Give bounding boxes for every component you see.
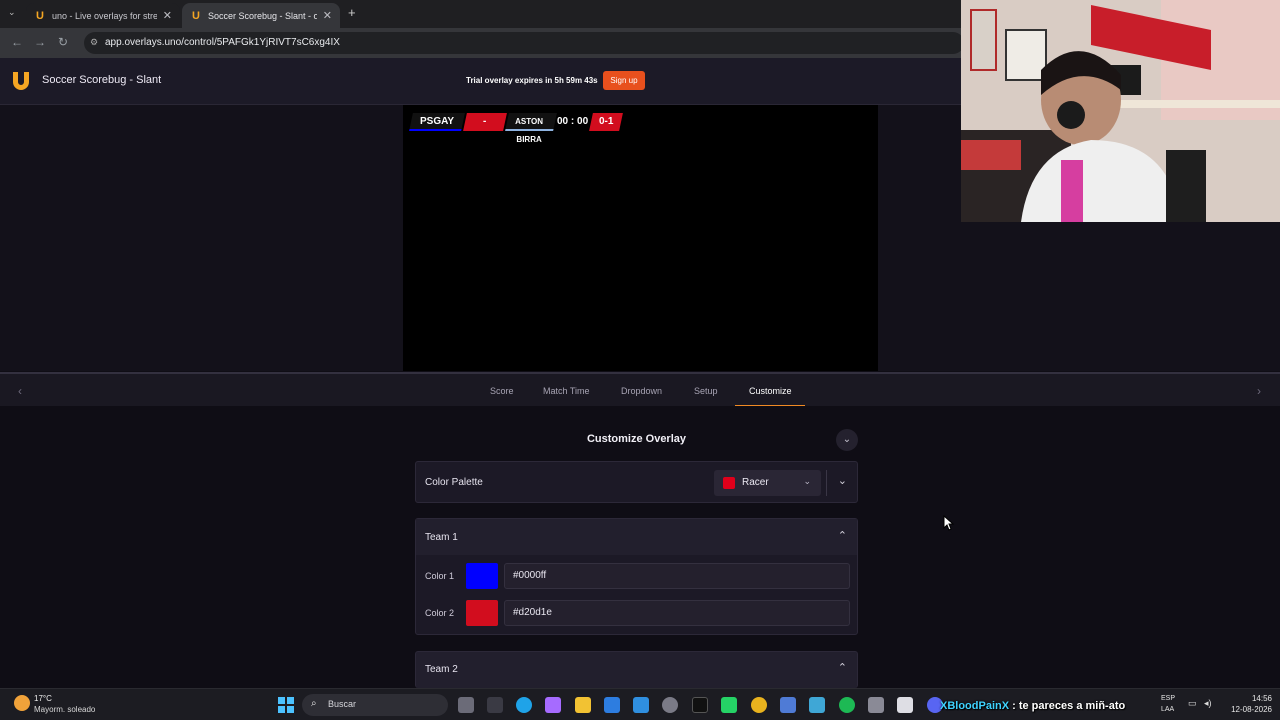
windows-taskbar: 17°C Mayorm. soleado ⌕ Buscar XBloodPain… (0, 688, 1280, 720)
document-icon[interactable] (897, 697, 913, 713)
close-tab-icon[interactable]: ✕ (163, 9, 172, 22)
collapse-chevron-up-icon[interactable]: ⌃ (838, 661, 847, 674)
outlook-icon[interactable] (633, 697, 649, 713)
spotify-icon[interactable] (839, 697, 855, 713)
match-score: 0-1 (589, 113, 623, 131)
control-tabs: ‹ Score Match Time Dropdown Setup Custom… (0, 372, 1280, 407)
network-icon[interactable]: ▭ (1188, 698, 1197, 709)
team1-label: Team 1 (425, 532, 458, 543)
score-separator: - (463, 113, 507, 131)
mouse-cursor-icon (943, 515, 955, 531)
back-arrow-icon[interactable]: ← (11, 35, 23, 49)
taskbar-search[interactable]: ⌕ Buscar (302, 694, 448, 716)
reload-icon[interactable]: ↻ (58, 35, 68, 49)
site-info-icon[interactable]: ⚙ (90, 37, 98, 48)
file-explorer-icon[interactable] (575, 697, 591, 713)
team2-section[interactable]: Team 2 ⌃ (415, 651, 858, 688)
customize-overlay-title: Customize Overlay (586, 433, 687, 445)
match-time: 00 : 00 (555, 113, 591, 131)
color-palette-select[interactable]: Racer ⌄ (714, 470, 821, 496)
sign-up-button[interactable]: Sign up (603, 71, 645, 90)
browser-tab-scorebug[interactable]: U Soccer Scorebug - Slant - overl ✕ (182, 3, 340, 28)
new-tab-button[interactable]: + (348, 5, 356, 20)
close-tab-icon[interactable]: ✕ (323, 9, 332, 22)
overlay-preview (403, 105, 878, 371)
tab-setup[interactable]: Setup (694, 386, 718, 396)
store-icon[interactable] (604, 697, 620, 713)
app-icon[interactable] (809, 697, 825, 713)
search-placeholder: Buscar (328, 699, 357, 709)
color2-label: Color 2 (425, 608, 455, 618)
url-field[interactable]: ⚙ app.overlays.uno/control/5PAFGk1YjRIVT… (84, 32, 964, 54)
chat-username: XBloodPainX (940, 700, 1010, 712)
team1-header[interactable]: Team 1 ⌃ (416, 519, 857, 555)
app-icon[interactable] (868, 697, 884, 713)
stream-chat-message: XBloodPainX : te pareces a miñ-ato (940, 700, 1125, 712)
search-icon: ⌕ (311, 698, 317, 709)
clock-time[interactable]: 14:56 (1232, 694, 1272, 703)
clock-date[interactable]: 12-08-2026 (1220, 705, 1272, 714)
color1-label: Color 1 (425, 571, 455, 581)
tab-match-time[interactable]: Match Time (543, 386, 590, 396)
keyboard-layout-indicator[interactable]: LAA (1161, 706, 1174, 713)
color2-hex-input[interactable]: #d20d1e (504, 600, 850, 626)
edge-icon[interactable] (516, 697, 532, 713)
forward-arrow-icon[interactable]: → (34, 35, 46, 49)
collapse-all-chevron-icon[interactable]: ⌄ (836, 429, 858, 451)
language-indicator[interactable]: ESP (1161, 695, 1175, 702)
divider (826, 470, 827, 496)
tab-title: Soccer Scorebug - Slant - overl (208, 10, 317, 21)
palette-swatch (723, 477, 735, 489)
browser-tab-uno[interactable]: U uno - Live overlays for streamin ✕ (26, 3, 180, 28)
expand-chevron-icon[interactable]: ⌄ (838, 474, 847, 487)
whatsapp-icon[interactable] (721, 697, 737, 713)
weather-sun-icon[interactable] (14, 695, 30, 711)
tiktok-icon[interactable] (692, 697, 708, 713)
uno-logo-icon[interactable] (10, 70, 32, 92)
app-title: Soccer Scorebug - Slant (42, 74, 162, 86)
color-palette-section: Color Palette Racer ⌄ ⌄ (415, 461, 858, 503)
weather-temperature[interactable]: 17°C (34, 694, 52, 703)
url-text: app.overlays.uno/control/5PAFGk1YjRIVT7s… (105, 37, 340, 48)
windows-start-icon[interactable] (278, 697, 294, 713)
palette-value: Racer (742, 477, 769, 488)
task-view-icon[interactable] (458, 697, 474, 713)
app-icon[interactable] (780, 697, 796, 713)
team1-section: Team 1 ⌃ Color 1 #0000ff Color 2 #d20d1e (415, 518, 858, 635)
trial-expiry-text: Trial overlay expires in 5h 59m 43s (466, 76, 598, 85)
chevron-down-icon: ⌄ (803, 476, 811, 486)
uno-favicon-icon: U (36, 9, 44, 22)
color2-swatch[interactable] (466, 600, 498, 626)
color1-hex-input[interactable]: #0000ff (504, 563, 850, 589)
team2-label: Team 2 (425, 664, 458, 675)
tab-title: uno - Live overlays for streamin (52, 10, 157, 21)
team1-name: PSGAY (409, 113, 465, 131)
chrome-icon[interactable] (751, 697, 767, 713)
weather-description[interactable]: Mayorm. soleado (34, 705, 95, 714)
volume-icon[interactable]: ◂) (1204, 698, 1212, 709)
tab-score[interactable]: Score (490, 386, 514, 396)
tab-customize[interactable]: Customize (749, 386, 792, 396)
collapse-chevron-up-icon[interactable]: ⌃ (838, 529, 847, 542)
chat-message: : te pareces a miñ-ato (1012, 700, 1126, 712)
obs-icon[interactable] (662, 697, 678, 713)
uno-favicon-icon: U (192, 9, 200, 22)
team2-name: ASTON BIRRA (505, 113, 557, 144)
color-palette-label: Color Palette (425, 477, 483, 488)
color1-swatch[interactable] (466, 563, 498, 589)
scroll-left-arrow-icon[interactable]: ‹ (9, 380, 31, 402)
scorebug: PSGAY - ASTON BIRRA 00 : 00 0-1 (409, 113, 623, 144)
tab-dropdown[interactable]: Dropdown (621, 386, 662, 396)
tab-list-chevron-icon[interactable]: ⌄ (8, 7, 16, 18)
scroll-right-arrow-icon[interactable]: › (1248, 380, 1270, 402)
webcam-feed-image (961, 0, 1280, 222)
capcut-icon[interactable] (487, 697, 503, 713)
copilot-icon[interactable] (545, 697, 561, 713)
